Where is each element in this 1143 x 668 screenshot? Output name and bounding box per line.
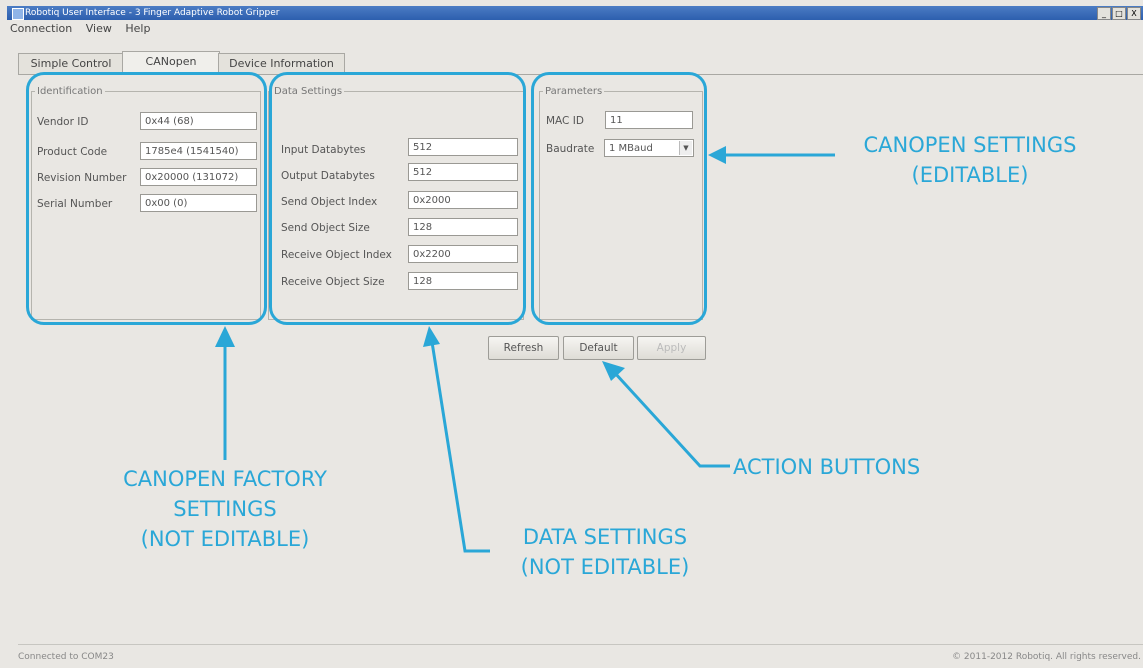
note-data-settings-line1: DATA SETTINGS: [522, 525, 688, 549]
arrowhead-action-buttons: [602, 361, 625, 381]
note-canopen-settings: CANOPEN SETTINGS (EDITABLE): [820, 130, 1120, 190]
note-action-buttons: ACTION BUTTONS: [733, 452, 983, 482]
note-factory-settings-line2: SETTINGS: [173, 497, 277, 521]
arrowhead-data-settings: [423, 326, 440, 347]
arrowhead-canopen-settings: [708, 146, 726, 164]
note-factory-settings: CANOPEN FACTORY SETTINGS (NOT EDITABLE): [90, 464, 360, 554]
note-data-settings-line2: (NOT EDITABLE): [520, 555, 690, 579]
note-action-buttons-line1: ACTION BUTTONS: [733, 455, 921, 479]
arrow-data-settings: [430, 341, 490, 553]
status-bar: Connected to COM23 © 2011-2012 Robotiq. …: [18, 644, 1143, 667]
note-factory-settings-line1: CANOPEN FACTORY: [123, 467, 327, 491]
note-canopen-settings-line1: CANOPEN SETTINGS: [863, 133, 1077, 157]
arrow-action-buttons: [612, 370, 730, 468]
arrowhead-factory-settings: [215, 326, 235, 347]
copyright-text: © 2011-2012 Robotiq. All rights reserved…: [952, 652, 1141, 662]
note-factory-settings-line3: (NOT EDITABLE): [140, 527, 310, 551]
note-canopen-settings-line2: (EDITABLE): [911, 163, 1029, 187]
connection-status: Connected to COM23: [18, 652, 114, 662]
note-data-settings: DATA SETTINGS (NOT EDITABLE): [490, 522, 720, 582]
